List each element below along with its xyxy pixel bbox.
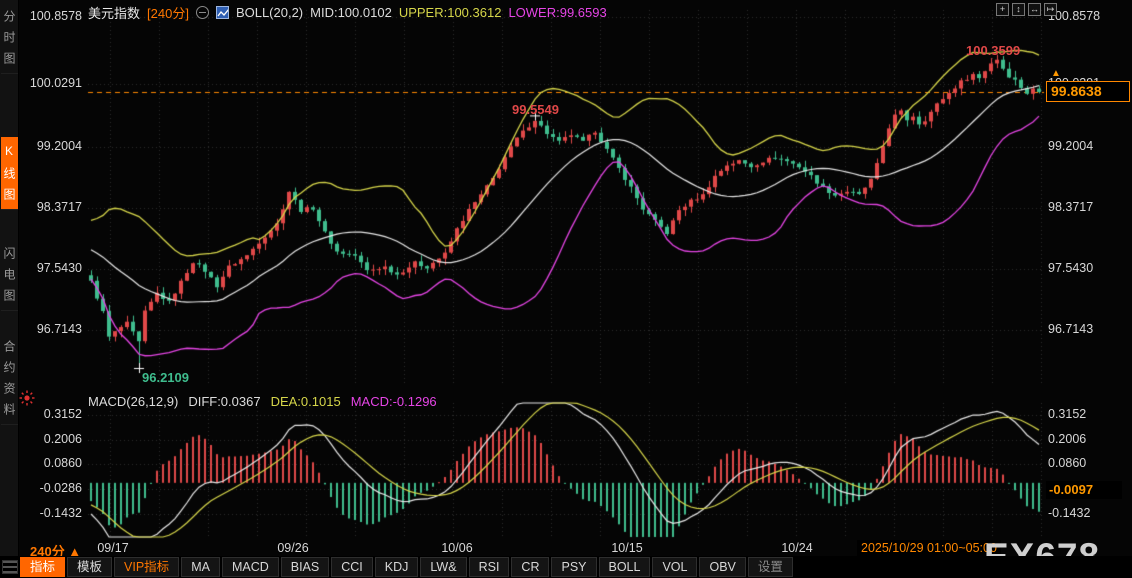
toolbar-item-MA[interactable]: MA [181, 557, 220, 577]
macd-axis-right-0: 0.3152 [1048, 407, 1087, 421]
macd-title: MACD(26,12,9) [88, 394, 179, 409]
price-axis-right-3: 98.3717 [1048, 200, 1094, 214]
toolbar-item-BIAS[interactable]: BIAS [280, 557, 330, 577]
high-price-marker: 100.3599 [966, 43, 1021, 58]
period-label[interactable]: [240分] [147, 3, 189, 22]
pan-right-icon[interactable]: ↦ [1044, 3, 1057, 16]
candlestick-chart-canvas[interactable] [0, 0, 1132, 578]
chart-type-sidebar: 分时图 K线图闪电图合约资料 [0, 0, 19, 556]
xaxis-date-2: 10/06 [441, 541, 473, 555]
macd-axis-left-1: 0.2006 [43, 432, 82, 446]
toolbar-list-icon[interactable] [2, 560, 18, 574]
toolbar-item-CCI[interactable]: CCI [331, 557, 373, 577]
toolbar-item-RSI[interactable]: RSI [468, 557, 510, 577]
boll-label: BOLL(20,2) [235, 4, 304, 20]
price-axis-right-2: 99.2004 [1048, 139, 1094, 153]
toolbar-item-BOLL[interactable]: BOLL [598, 557, 651, 577]
toolbar-item-MACD[interactable]: MACD [221, 557, 279, 577]
last-bar-time-label: 2025/10/29 01:00~05:00 [857, 540, 1001, 557]
xaxis-date-3: 10/15 [611, 541, 643, 555]
sidebar-tab-2[interactable]: K线图 [1, 137, 18, 210]
macd-dea-value: DEA:0.1015 [270, 394, 341, 409]
price-axis-left-1: 100.0291 [29, 76, 82, 90]
toolbar-item-设置[interactable]: 设置 [747, 557, 793, 577]
collapse-indicator-icon[interactable] [195, 5, 209, 19]
xaxis-date-0: 09/17 [97, 541, 129, 555]
macd-axis-right-1: 0.2006 [1048, 432, 1087, 446]
indicator-chart-icon[interactable] [215, 5, 229, 19]
boll-mid-value: MID:100.0102 [310, 4, 392, 20]
toolbar-item-CR[interactable]: CR [511, 557, 550, 577]
macd-header: MACD(26,12,9) DIFF:0.0367 DEA:0.1015 MAC… [88, 394, 437, 409]
crosshair-icon[interactable]: + [996, 3, 1009, 16]
macd-axis-left-0: 0.3152 [43, 407, 82, 421]
macd-axis-left-4: -0.1432 [39, 506, 82, 520]
macd-bar-value: MACD:-0.1296 [350, 394, 437, 409]
toolbar-item-LW&[interactable]: LW& [420, 557, 467, 577]
price-axis-left-4: 97.5430 [36, 261, 82, 275]
price-axis-left-2: 99.2004 [36, 139, 82, 153]
sidebar-tab-4[interactable]: 合约资料 [1, 333, 18, 425]
macd-axis-left-2: 0.0860 [43, 456, 82, 470]
alert-pulse-icon[interactable] [19, 390, 35, 406]
sidebar-tab-1[interactable]: 分时图 [1, 3, 18, 74]
boll-lower-value: LOWER:99.6593 [508, 4, 607, 20]
macd-axis-value-box: -0.0097 [1046, 481, 1122, 499]
price-axis-left-5: 96.7143 [36, 322, 82, 336]
low-price-marker: 96.2109 [142, 370, 189, 385]
xaxis-date-4: 10/24 [781, 541, 813, 555]
macd-axis-right-4: -0.1432 [1048, 506, 1091, 520]
xaxis-date-1: 09/26 [277, 541, 309, 555]
chart-header: 美元指数 [240分] BOLL(20,2) MID:100.0102 UPPE… [88, 3, 607, 22]
macd-axis-right-2: 0.0860 [1048, 456, 1087, 470]
scale-y-icon[interactable]: ↕ [1012, 3, 1025, 16]
toolbar-item-OBV[interactable]: OBV [699, 557, 746, 577]
macd-axis-left-3: -0.0286 [39, 481, 82, 495]
toolbar-item-VIP指标[interactable]: VIP指标 [114, 557, 180, 577]
price-axis-right-5: 96.7143 [1048, 322, 1094, 336]
toolbar-item-指标[interactable]: 指标 [20, 557, 66, 577]
toolbar-item-模板[interactable]: 模板 [67, 557, 113, 577]
last-price-box: 99.8638 [1046, 81, 1130, 102]
macd-diff-value: DIFF:0.0367 [188, 394, 261, 409]
toolbar-items: 指标 模板 VIP指标 MA MACD BIAS CCI KDJ LW& RSI CR PSY BOLL… [20, 557, 793, 577]
boll-upper-value: UPPER:100.3612 [398, 4, 502, 20]
scale-x-icon[interactable]: ↔ [1028, 3, 1041, 16]
price-axis-left-0: 100.8578 [29, 9, 82, 23]
toolbar-item-PSY[interactable]: PSY [551, 557, 597, 577]
toolbar-item-KDJ[interactable]: KDJ [374, 557, 419, 577]
indicator-toolbar: 指标 模板 VIP指标 MA MACD BIAS CCI KDJ LW& RSI CR PSY BOLL… [0, 556, 1132, 578]
symbol-title: 美元指数 [88, 5, 141, 21]
price-up-arrow-icon: ▲ [1051, 68, 1061, 79]
sidebar-tab-3[interactable]: 闪电图 [1, 240, 18, 311]
price-axis-right-4: 97.5430 [1048, 261, 1094, 275]
price-axis-left-3: 98.3717 [36, 200, 82, 214]
chart-tools: + ↕ ↔ ↦ [996, 3, 1057, 16]
swing-high-marker: 99.5549 [512, 102, 559, 117]
toolbar-item-VOL[interactable]: VOL [652, 557, 698, 577]
